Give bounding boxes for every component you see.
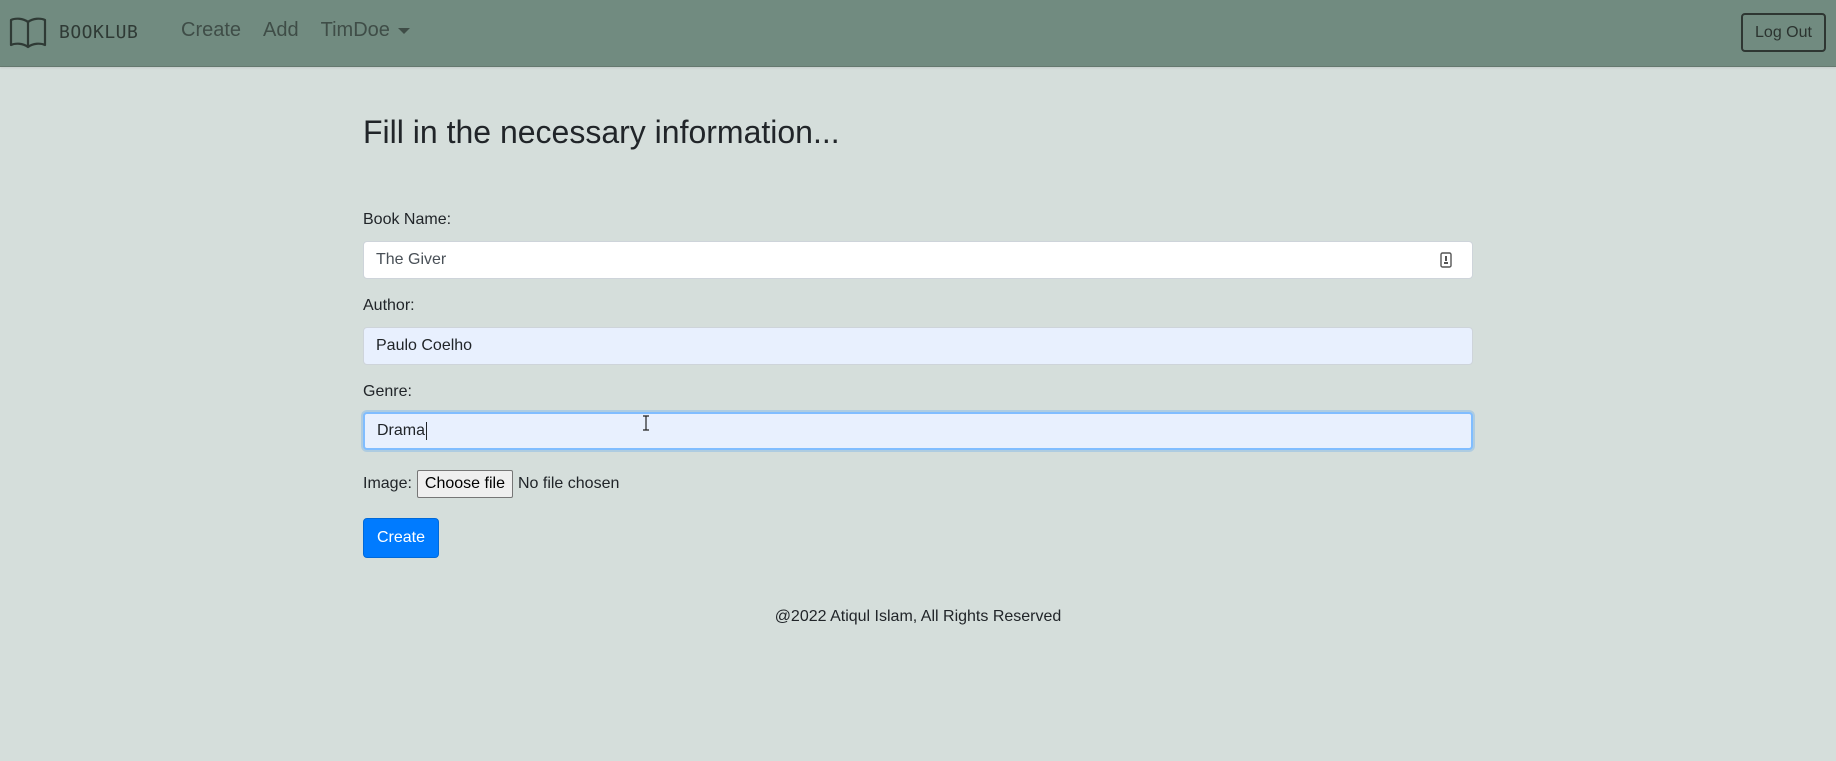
text-cursor — [426, 422, 428, 440]
author-input[interactable]: Paulo Coelho — [363, 327, 1473, 365]
user-menu-label: TimDoe — [320, 19, 390, 41]
genre-value: Drama — [377, 422, 426, 439]
caret-down-icon — [397, 27, 410, 34]
genre-label: Genre: — [363, 383, 412, 400]
create-button[interactable]: Create — [363, 518, 439, 558]
book-name-input[interactable]: The Giver — [363, 241, 1473, 279]
book-icon — [9, 15, 47, 49]
ibeam-cursor-icon — [642, 415, 650, 436]
nav-link-add[interactable]: Add — [263, 19, 299, 42]
brand[interactable]: BOOKLUB — [9, 14, 138, 50]
file-status: No file chosen — [517, 475, 620, 492]
footer-copyright: @2022 Atiqul Islam, All Rights Reserved — [774, 608, 1062, 625]
book-name-value: The Giver — [376, 251, 447, 268]
logout-button[interactable]: Log Out — [1741, 13, 1826, 52]
autofill-key-icon[interactable] — [1440, 252, 1452, 273]
author-value: Paulo Coelho — [376, 337, 473, 354]
navbar: BOOKLUB Create Add TimDoe Log Out — [0, 0, 1836, 67]
user-menu-dropdown[interactable]: TimDoe — [321, 19, 410, 42]
brand-name: BOOKLUB — [59, 21, 139, 43]
nav-links: Create Add TimDoe — [181, 19, 432, 42]
author-label: Author: — [363, 297, 415, 314]
page-title: Fill in the necessary information... — [363, 114, 840, 150]
genre-input[interactable]: Drama — [363, 412, 1473, 450]
nav-link-create[interactable]: Create — [181, 19, 241, 42]
image-upload-row: Image: Choose file No file chosen — [363, 470, 619, 498]
choose-file-button[interactable]: Choose file — [416, 470, 513, 498]
book-name-label: Book Name: — [363, 211, 452, 228]
image-label: Image: — [363, 475, 412, 492]
